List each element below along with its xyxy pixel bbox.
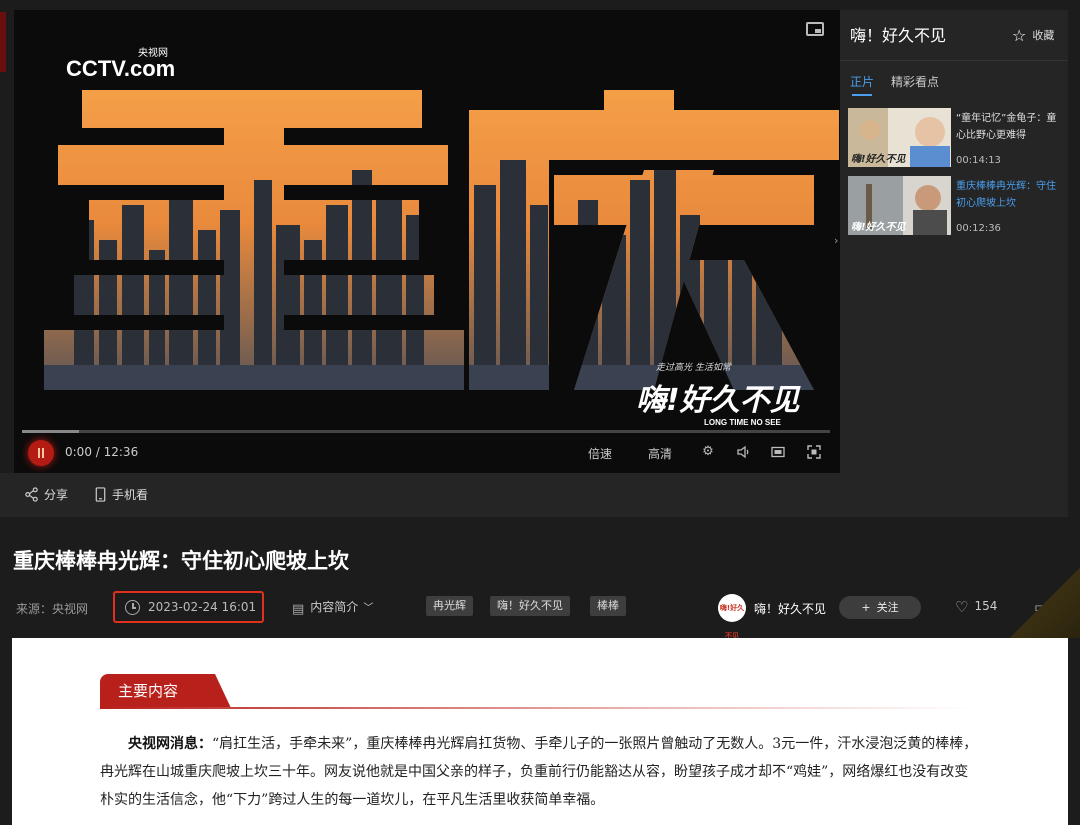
mobile-label: 手机看 [112, 488, 149, 502]
like-button[interactable]: ♡ 154 [955, 598, 997, 616]
follow-label: 关注 [876, 601, 899, 614]
show-slogan: 走过高光 生活如常 [656, 362, 732, 373]
clock-icon [125, 600, 140, 615]
chevron-down-icon: ﹀ [363, 603, 374, 614]
playlist-item-active[interactable]: 嗨!好久不见 重庆棒棒冉光辉：守住初心爬坡上坎 00:12:36 [848, 176, 1060, 238]
document-icon: ▤ [292, 602, 305, 617]
active-tab-indicator [852, 94, 872, 96]
show-title-overlay: 嗨!好久不见 [636, 383, 802, 418]
like-count: 154 [974, 599, 998, 613]
playlist-item[interactable]: 嗨!好久不见 “童年记忆”金龟子：童心比野心更难得 00:14:13 [848, 108, 1060, 170]
article-paragraph: 央视网消息：“肩扛生活，手牵未来”，重庆棒棒冉光辉肩扛货物、手牵儿子的一张照片曾… [100, 730, 980, 814]
favorite-button[interactable]: ☆ 收藏 [1012, 26, 1054, 45]
section-header: 主要内容 [100, 674, 231, 708]
share-label: 分享 [44, 488, 69, 502]
settings-icon[interactable]: ⚙ [700, 444, 716, 460]
author-avatar[interactable]: 嗨!好久不见 [718, 594, 746, 640]
divider [840, 60, 1068, 61]
tag-chip[interactable]: 嗨！好久不见 [490, 596, 570, 616]
show-title-en: LONG TIME NO SEE [704, 418, 782, 427]
video-title: 重庆棒棒冉光辉：守住初心爬坡上坎 [13, 549, 349, 573]
video-meta-row: 来源：央视网 2023-02-24 16:01 ▤ 内容简介 ﹀ 冉光辉 嗨！好久不… [0, 590, 1080, 640]
logo-small-text: 央视网 [138, 46, 168, 59]
volume-icon[interactable] [736, 444, 752, 460]
playlist-item-duration: 00:14:13 [956, 155, 1001, 166]
article-lead: 央视网消息： [128, 736, 212, 752]
picture-in-picture-icon[interactable] [806, 22, 824, 36]
speed-button[interactable]: 倍速 [588, 445, 612, 462]
video-frame[interactable]: CCTV.com 央视网 走过高光 生活如常 嗨!好久不见 LONG TIME … [14, 10, 840, 440]
tab-main-episodes[interactable]: 正片 [850, 73, 874, 90]
player-controls: 0:00 / 12:36 倍速 高清 ⚙ [14, 435, 840, 473]
playlist-thumbnail: 嗨!好久不见 [848, 176, 951, 235]
section-divider [100, 707, 970, 709]
time-display: 0:00 / 12:36 [65, 445, 139, 459]
playlist-panel: 嗨！好久不见 ☆ 收藏 正片 精彩看点 嗨!好久不见 “童年记忆”金龟子：童心比野… [840, 10, 1068, 473]
share-button[interactable]: 分享 [24, 486, 68, 503]
thumb-show-label: 嗨!好久不见 [851, 221, 907, 233]
article-content: 主要内容 央视网消息：“肩扛生活，手牵未来”，重庆棒棒冉光辉肩扛货物、手牵儿子的… [12, 638, 1068, 825]
tag-chip[interactable]: 棒棒 [590, 596, 626, 616]
share-bar: 分享 手机看 [0, 473, 1068, 517]
follow-button[interactable]: + 关注 [839, 596, 921, 619]
left-accent-bar [0, 12, 6, 72]
play-pause-button[interactable] [28, 440, 54, 466]
favorite-label: 收藏 [1032, 29, 1055, 42]
decorative-corner [1000, 560, 1080, 638]
progress-bar[interactable] [22, 430, 830, 433]
playlist-item-title: 重庆棒棒冉光辉：守住初心爬坡上坎 [956, 181, 1056, 209]
tab-highlights[interactable]: 精彩看点 [891, 73, 939, 90]
playlist-item-title: “童年记忆”金龟子：童心比野心更难得 [956, 113, 1057, 141]
logo-text: CCTV.com [66, 56, 175, 81]
video-player[interactable]: CCTV.com 央视网 走过高光 生活如常 嗨!好久不见 LONG TIME … [14, 10, 840, 473]
progress-fill [22, 430, 79, 433]
widescreen-icon[interactable] [770, 444, 786, 460]
playlist-thumbnail: 嗨!好久不见 [848, 108, 951, 167]
star-icon: ☆ [1012, 26, 1027, 45]
playlist-item-duration: 00:12:36 [956, 223, 1001, 234]
collapse-panel-arrow-icon[interactable]: › [834, 234, 838, 247]
article-body: “肩扛生活，手牵未来”，重庆棒棒冉光辉肩扛货物、手牵儿子的一张照片曾触动了无数人… [100, 736, 978, 808]
mobile-phone-icon [94, 487, 107, 502]
intro-label: 内容简介 [310, 600, 359, 614]
quality-button[interactable]: 高清 [648, 445, 672, 462]
fullscreen-icon[interactable] [806, 444, 822, 460]
author-name[interactable]: 嗨！好久不见 [754, 600, 826, 617]
share-icon [24, 487, 39, 502]
content-intro-button[interactable]: ▤ 内容简介 ﹀ [292, 598, 373, 617]
playlist-title: 嗨！好久不见 [850, 26, 947, 45]
publish-date-box: 2023-02-24 16:01 [113, 591, 264, 623]
heart-icon: ♡ [955, 598, 969, 616]
plus-icon: + [861, 601, 871, 614]
tag-chip[interactable]: 冉光辉 [426, 596, 473, 616]
publish-date: 2023-02-24 16:01 [148, 600, 257, 614]
thumb-show-label: 嗨!好久不见 [851, 153, 907, 165]
watch-on-mobile-button[interactable]: 手机看 [94, 486, 148, 503]
source-label: 来源：央视网 [16, 602, 89, 616]
